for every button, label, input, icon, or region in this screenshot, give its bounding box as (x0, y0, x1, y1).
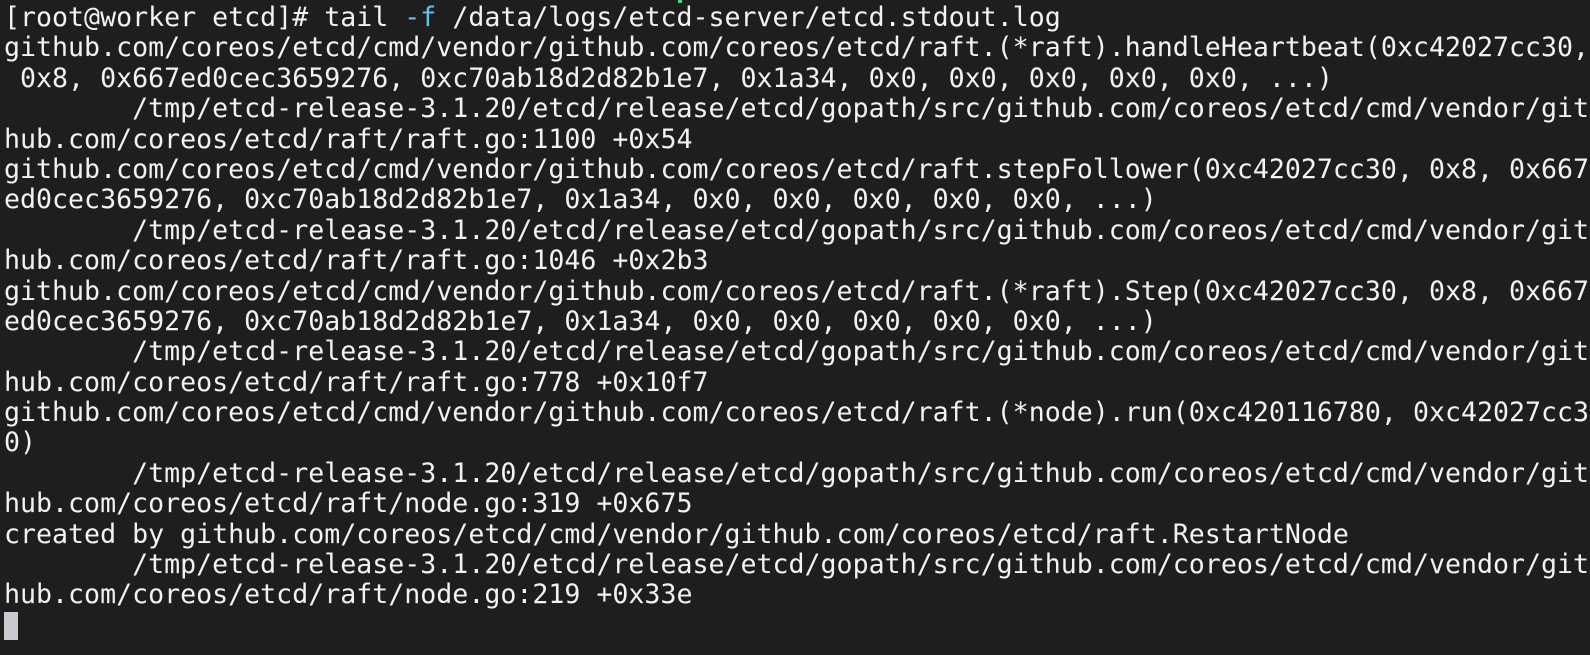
log-line: github.com/coreos/etcd/cmd/vendor/github… (4, 153, 1590, 185)
log-line: ed0cec3659276, 0xc70ab18d2d82b1e7, 0x1a3… (4, 184, 1157, 216)
log-line: created by github.com/coreos/etcd/cmd/ve… (4, 518, 1349, 550)
log-line: /tmp/etcd-release-3.1.20/etcd/release/et… (4, 457, 1590, 489)
log-line: github.com/coreos/etcd/cmd/vendor/github… (4, 32, 1590, 64)
log-line: github.com/coreos/etcd/cmd/vendor/github… (4, 275, 1590, 307)
shell-prompt: [root@worker etcd]# (4, 2, 325, 33)
log-line: hub.com/coreos/etcd/raft/raft.go:1046 +0… (4, 245, 709, 277)
log-line: /tmp/etcd-release-3.1.20/etcd/release/et… (4, 93, 1590, 125)
scroll-marker (678, 0, 682, 3)
log-line: 0x8, 0x667ed0cec3659276, 0xc70ab18d2d82b… (4, 62, 1333, 94)
log-line: hub.com/coreos/etcd/raft/raft.go:1100 +0… (4, 123, 693, 155)
log-line: hub.com/coreos/etcd/raft/raft.go:778 +0x… (4, 366, 709, 398)
terminal-cursor (4, 611, 18, 640)
terminal-window[interactable]: [root@worker etcd]# tail -f /data/logs/e… (0, 0, 1590, 655)
log-line: ed0cec3659276, 0xc70ab18d2d82b1e7, 0x1a3… (4, 305, 1157, 337)
log-line: /tmp/etcd-release-3.1.20/etcd/release/et… (4, 549, 1590, 581)
command-flag: -f (404, 2, 437, 33)
log-line: /tmp/etcd-release-3.1.20/etcd/release/et… (4, 336, 1590, 368)
log-line: /tmp/etcd-release-3.1.20/etcd/release/et… (4, 214, 1590, 246)
command-line: [root@worker etcd]# tail -f /data/logs/e… (4, 2, 1590, 33)
log-line: hub.com/coreos/etcd/raft/node.go:319 +0x… (4, 488, 693, 520)
command-name: tail (324, 2, 405, 33)
log-line: hub.com/coreos/etcd/raft/node.go:219 +0x… (4, 579, 693, 611)
log-line: github.com/coreos/etcd/cmd/vendor/github… (4, 397, 1590, 429)
log-line: 0) (4, 427, 37, 459)
cursor-line[interactable] (4, 611, 1590, 641)
command-args: /data/logs/etcd-server/etcd.stdout.log (436, 2, 1061, 33)
